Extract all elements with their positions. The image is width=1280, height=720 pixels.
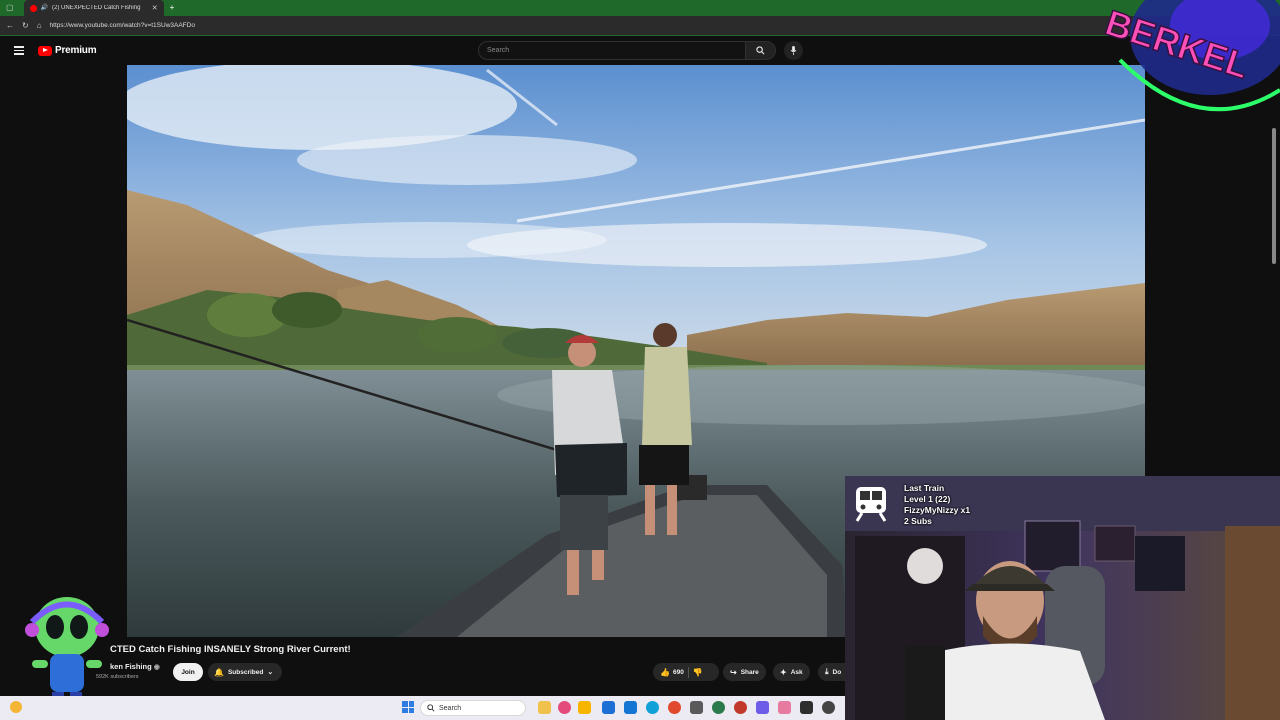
channel-name-text: ken Fishing	[110, 662, 152, 671]
subscribed-button[interactable]: 🔔 Subscribed ⌄	[208, 663, 282, 681]
folder-icon[interactable]	[578, 701, 591, 714]
chrome-icon[interactable]	[558, 701, 571, 714]
download-icon: ⤓	[825, 667, 829, 676]
thumbs-down-icon: 👎	[692, 667, 703, 677]
bell-icon: 🔔	[214, 667, 224, 677]
search-icon	[756, 46, 765, 55]
share-label: Share	[740, 668, 759, 676]
outlook-icon[interactable]	[624, 701, 637, 714]
like-divider	[687, 666, 689, 678]
train-subs: 2 Subs	[904, 516, 932, 526]
edge-icon[interactable]	[646, 701, 659, 714]
youtube-play-icon	[38, 45, 52, 56]
search-icon	[427, 704, 435, 712]
berkel-logo: BERKEL	[1100, 0, 1280, 112]
train-icon	[855, 487, 887, 522]
search-input[interactable]: Search	[478, 41, 746, 60]
channel-name[interactable]: ken Fishing ◉	[110, 662, 160, 671]
tab-title: (2) UNEXPECTED Catch Fishing	[52, 5, 141, 11]
search-button[interactable]	[746, 41, 776, 60]
taskbar-search-box[interactable]: Search	[420, 700, 526, 716]
screen: ▢ 🔊 (2) UNEXPECTED Catch Fishing ✕ + ← ↻…	[0, 0, 1280, 720]
terminal-icon[interactable]	[800, 701, 813, 714]
address-bar: ← ↻ ⌂ https://www.youtube.com/watch?v=t1…	[0, 16, 1280, 36]
app-pink-icon[interactable]	[778, 701, 791, 714]
logo-text: Premium	[55, 45, 97, 56]
browser-tab-bar: ▢ 🔊 (2) UNEXPECTED Catch Fishing ✕ +	[0, 0, 1280, 16]
video-title[interactable]: CTED Catch Fishing INSANELY Strong River…	[110, 644, 351, 655]
voice-search-button[interactable]	[784, 41, 803, 60]
thumbs-up-icon: 👍	[660, 667, 670, 677]
speaker-icon[interactable]: 🔊	[41, 5, 48, 11]
close-tab-icon[interactable]: ✕	[152, 5, 158, 12]
window-menu-icon[interactable]: ▢	[6, 4, 14, 12]
ask-label: Ask	[790, 668, 803, 676]
chevron-down-icon: ⌄	[267, 669, 274, 676]
windows-taskbar: Search	[0, 696, 846, 720]
verified-icon: ◉	[153, 664, 160, 671]
taskbar-search-label: Search	[439, 704, 462, 712]
subscribed-label: Subscribed	[227, 668, 264, 676]
obs-icon[interactable]	[734, 701, 747, 714]
dislike-button[interactable]: 👎	[693, 668, 703, 677]
settings-icon[interactable]	[822, 701, 835, 714]
search-bar: Search	[478, 41, 803, 60]
microphone-icon	[790, 46, 797, 55]
join-button[interactable]: Join	[173, 663, 203, 681]
file-explorer-icon[interactable]	[538, 701, 551, 714]
store-icon[interactable]	[602, 701, 615, 714]
back-icon[interactable]: ←	[6, 21, 14, 30]
discord-icon[interactable]	[756, 701, 769, 714]
like-dislike-group: 👍 690 👎	[653, 663, 719, 681]
sparkle-icon: ✦	[780, 667, 787, 677]
hype-train-info: Last Train Level 1 (22) FizzyMyNizzy x1 …	[904, 483, 970, 527]
url-field[interactable]: https://www.youtube.com/watch?v=t1SUw3AA…	[50, 22, 195, 29]
share-button[interactable]: ↪ Share	[723, 663, 766, 681]
share-icon: ↪	[730, 667, 737, 677]
ask-button[interactable]: ✦ Ask	[773, 663, 810, 681]
reload-icon[interactable]: ↻	[22, 21, 29, 30]
like-count: 690	[672, 668, 684, 676]
home-icon[interactable]: ⌂	[37, 21, 42, 30]
menu-icon[interactable]	[14, 46, 24, 55]
download-label: Do	[832, 668, 842, 676]
weather-icon[interactable]	[10, 701, 22, 713]
app-icon[interactable]	[690, 701, 703, 714]
train-user: FizzyMyNizzy x1	[904, 505, 971, 515]
new-tab-icon[interactable]: +	[170, 4, 175, 12]
like-button[interactable]: 👍 690	[660, 668, 684, 677]
firefox-icon[interactable]	[668, 701, 681, 714]
windows-start-icon[interactable]	[402, 701, 414, 713]
train-level: Level 1 (22)	[904, 494, 951, 504]
youtube-masthead: Premium Search	[0, 37, 1280, 64]
page-scrollbar[interactable]	[1272, 128, 1276, 264]
browser-tab[interactable]: 🔊 (2) UNEXPECTED Catch Fishing ✕	[23, 0, 164, 16]
app-green-icon[interactable]	[712, 701, 725, 714]
download-button[interactable]: ⤓ Do	[818, 663, 846, 681]
youtube-favicon-icon	[29, 4, 37, 12]
train-title: Last Train	[904, 483, 945, 493]
youtube-logo[interactable]: Premium	[38, 45, 97, 56]
